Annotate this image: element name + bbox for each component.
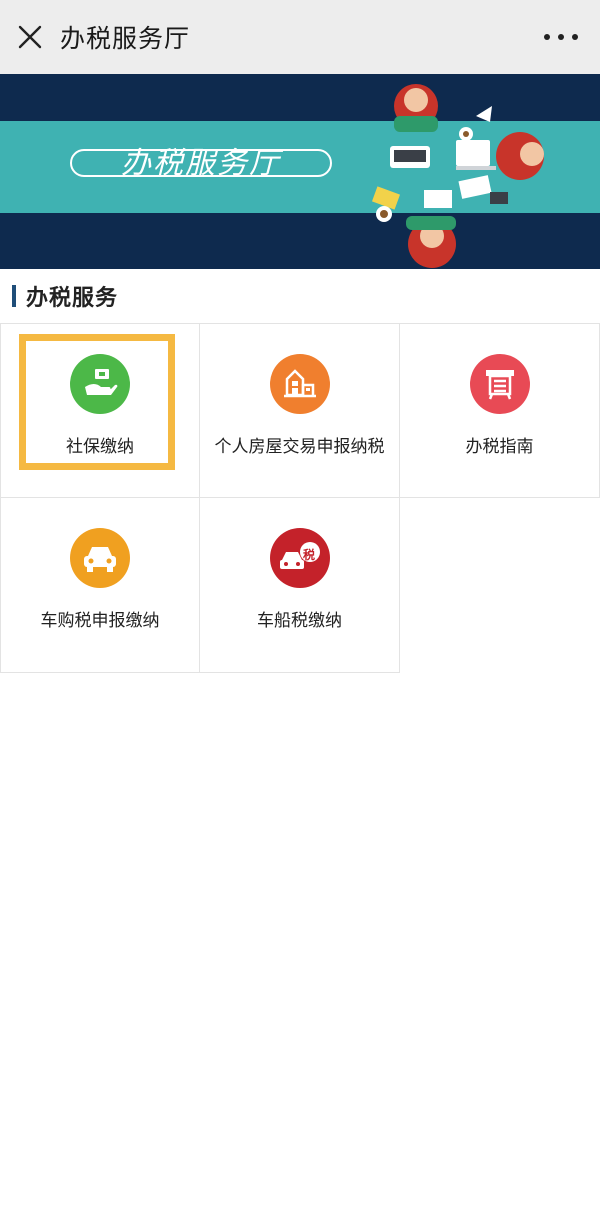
service-label: 办税指南	[465, 437, 534, 457]
tax-badge: 税	[302, 547, 315, 562]
close-button[interactable]	[0, 0, 60, 74]
banner-title: 办税服务厅	[121, 146, 281, 181]
service-label: 车船税缴纳	[257, 611, 342, 631]
more-dot-icon	[572, 34, 578, 40]
car-tax-icon: 税	[269, 528, 330, 588]
house-icon	[269, 354, 330, 414]
section-accent-bar	[12, 285, 16, 307]
page-title: 办税服务厅	[60, 24, 191, 53]
close-icon	[18, 25, 42, 49]
service-house-transaction-tax[interactable]: 个人房屋交易申报纳税	[200, 323, 400, 498]
document-board-icon	[469, 354, 530, 414]
service-grid: 社保缴纳 个人房屋交易申报纳税 办税指南 车购税申报缴纳 税 车船税缴纳	[0, 323, 600, 673]
title-bar: 办税服务厅	[0, 0, 600, 74]
service-vehicle-vessel-tax[interactable]: 税 车船税缴纳	[200, 498, 400, 673]
section-header: 办税服务	[0, 269, 600, 323]
more-dot-icon	[544, 34, 550, 40]
service-tax-guide[interactable]: 办税指南	[400, 323, 600, 498]
car-icon	[70, 528, 130, 588]
service-label: 车购税申报缴纳	[40, 611, 160, 631]
more-dot-icon	[558, 34, 564, 40]
more-menu-button[interactable]	[544, 27, 578, 47]
empty-cell	[400, 498, 600, 673]
banner: 办税服务厅	[0, 74, 600, 269]
service-social-insurance[interactable]: 社保缴纳	[0, 323, 200, 498]
service-vehicle-purchase-tax[interactable]: 车购税申报缴纳	[0, 498, 200, 673]
section-title: 办税服务	[26, 286, 119, 311]
office-desk-illustration	[371, 84, 544, 268]
service-label: 个人房屋交易申报纳税	[214, 437, 385, 457]
service-label: 社保缴纳	[66, 437, 134, 457]
hand-money-icon	[70, 354, 130, 414]
